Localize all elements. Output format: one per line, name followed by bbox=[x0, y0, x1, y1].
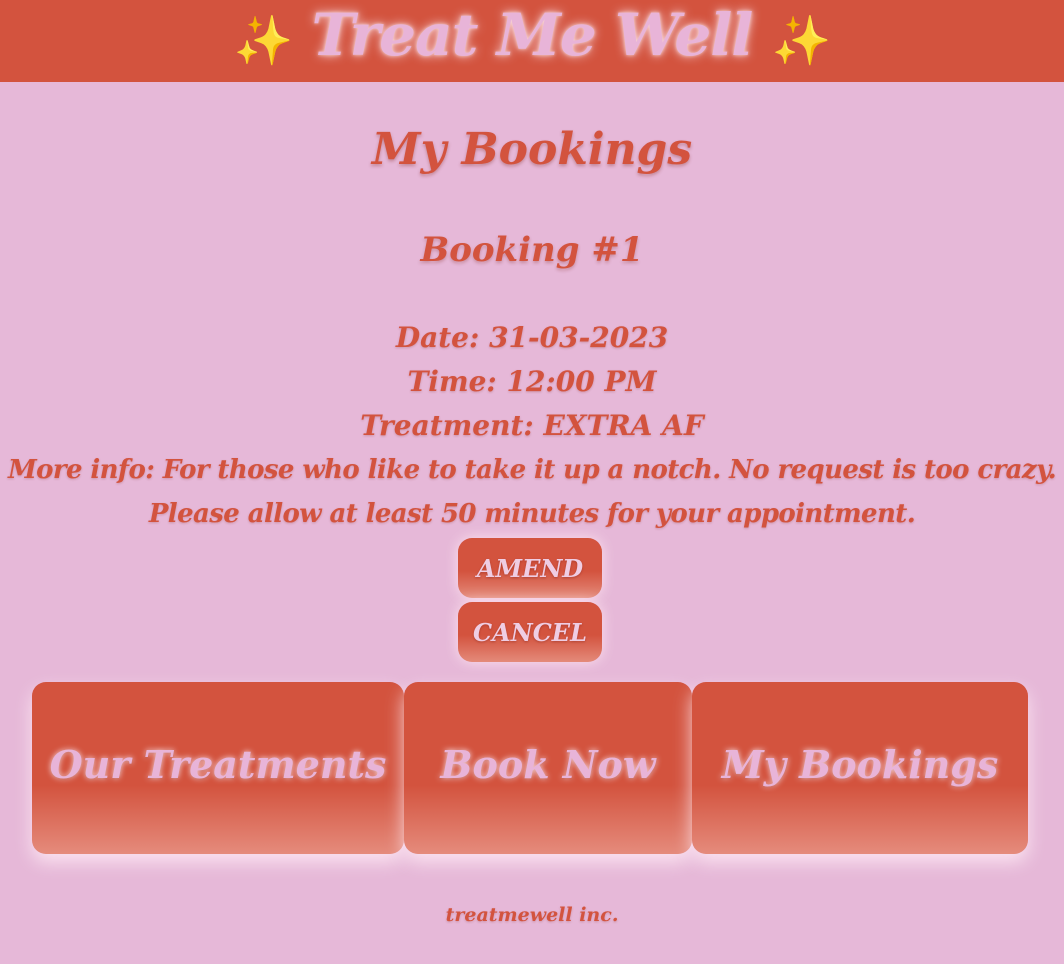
nav-card-label: My Bookings bbox=[721, 741, 999, 787]
sparkles-icon: ✨ bbox=[771, 12, 832, 69]
nav-card-label: Book Now bbox=[440, 741, 656, 787]
booking-duration-note: Please allow at least 50 minutes for you… bbox=[148, 499, 916, 529]
sparkles-icon: ✨ bbox=[233, 12, 294, 69]
nav-card-label: Our Treatments bbox=[49, 741, 387, 787]
nav-card-our-treatments[interactable]: Our Treatments bbox=[32, 682, 404, 854]
site-title[interactable]: ✨ Treat Me Well ✨ bbox=[233, 1, 832, 69]
booking-title: Booking #1 bbox=[420, 230, 644, 270]
nav-card-book-now[interactable]: Book Now bbox=[404, 682, 692, 854]
booking-date: Date: 31-03-2023 bbox=[395, 321, 669, 354]
footer-text: treatmewell inc. bbox=[445, 904, 619, 926]
booking-more-info: More info: For those who like to take it… bbox=[7, 455, 1057, 485]
site-title-text: Treat Me Well bbox=[311, 1, 754, 69]
amend-button[interactable]: AMEND bbox=[458, 538, 602, 598]
cancel-button[interactable]: CANCEL bbox=[458, 602, 602, 662]
page-title: My Bookings bbox=[371, 124, 693, 175]
booking-time: Time: 12:00 PM bbox=[407, 365, 657, 398]
booking-treatment: Treatment: EXTRA AF bbox=[360, 409, 704, 442]
site-header: ✨ Treat Me Well ✨ bbox=[0, 0, 1064, 82]
nav-card-my-bookings[interactable]: My Bookings bbox=[692, 682, 1028, 854]
